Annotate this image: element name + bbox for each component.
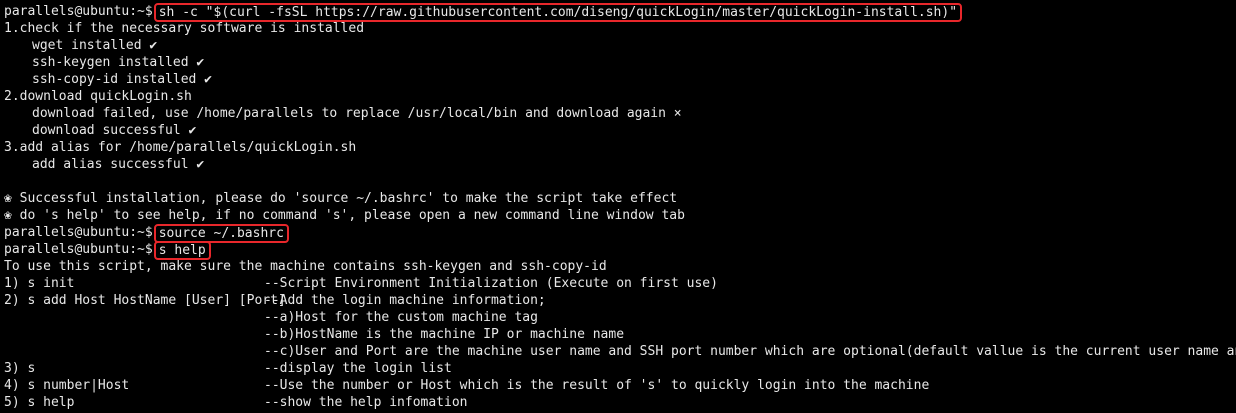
help-row-description: --display the login list (264, 361, 452, 376)
help-row-description: --Script Environment Initialization (Exe… (264, 276, 718, 291)
shell-prompt: parallels@ubuntu:~$ (4, 242, 153, 257)
output-step-3-item: add alias successful ✔ (32, 157, 205, 172)
terminal-output: parallels@ubuntu:~$ sh -c "$(curl -fsSL h… (4, 3, 1236, 411)
help-row-description: --c)User and Port are the machine user n… (264, 344, 1236, 359)
output-step-1-item: wget installed ✔ (32, 38, 158, 53)
output-step-2-item: download successful ✔ (32, 123, 197, 138)
help-row: 4) s number|Host --Use the number or Host… (4, 377, 1236, 394)
help-row-description: --Use the number or Host which is the re… (264, 378, 930, 393)
command-line-install: parallels@ubuntu:~$ sh -c "$(curl -fsSL h… (4, 3, 1236, 22)
help-intro: To use this script, make sure the machin… (4, 259, 607, 274)
help-row: --a)Host for the custom machine tag (4, 309, 1236, 326)
output-step-1-item: ssh-keygen installed ✔ (32, 55, 205, 70)
output-step-2-item: download failed, use /home/parallels to … (32, 106, 682, 121)
help-row-command: 5) s help (4, 395, 75, 410)
help-row-command: 2) s add Host HostName [User] [Port] (4, 293, 286, 308)
help-row: 5) s help --show the help infomation (4, 394, 1236, 411)
command-line-help: parallels@ubuntu:~$ s help (4, 241, 1236, 260)
shell-prompt: parallels@ubuntu:~$ (4, 4, 153, 19)
command-line-source: parallels@ubuntu:~$ source ~/.bashrc (4, 224, 1236, 243)
help-row-command: 1) s init (4, 276, 75, 291)
help-row-command: 3) s (4, 361, 36, 376)
output-note: ❀ do 's help' to see help, if no command… (4, 208, 685, 223)
output-step-3: 3.add alias for /home/parallels/quickLog… (4, 140, 357, 155)
shell-prompt: parallels@ubuntu:~$ (4, 225, 153, 240)
help-row: 1) s init --Script Environment Initializa… (4, 275, 1236, 292)
help-row-description: --Add the login machine information; (264, 293, 546, 308)
help-row: --c)User and Port are the machine user n… (4, 343, 1236, 360)
help-row: 3) s --display the login list (4, 360, 1236, 377)
output-note: ❀ Successful installation, please do 'so… (4, 191, 678, 206)
output-step-1: 1.check if the necessary software is ins… (4, 21, 365, 36)
terminal-window[interactable]: parallels@ubuntu:~$ sh -c "$(curl -fsSL h… (0, 0, 1236, 413)
help-row-description: --a)Host for the custom machine tag (264, 310, 538, 325)
help-row: --b)HostName is the machine IP or machin… (4, 326, 1236, 343)
output-step-1-item: ssh-copy-id installed ✔ (32, 72, 213, 87)
help-row-description: --show the help infomation (264, 395, 468, 410)
help-row-command: 4) s number|Host (4, 378, 130, 393)
help-row-description: --b)HostName is the machine IP or machin… (264, 327, 625, 342)
output-step-2: 2.download quickLogin.sh (4, 89, 192, 104)
help-row: 2) s add Host HostName [User] [Port]--Ad… (4, 292, 1236, 309)
